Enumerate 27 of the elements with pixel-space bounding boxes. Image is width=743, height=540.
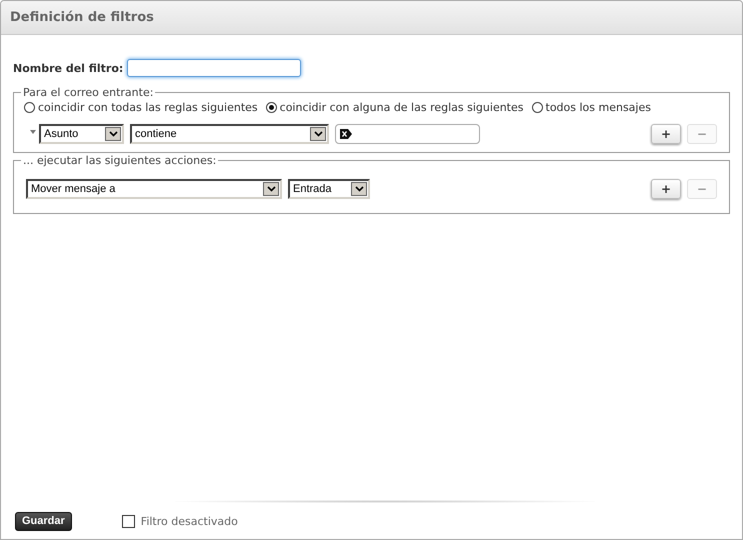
input-field[interactable] [127,59,302,77]
checkbox[interactable] [122,514,135,528]
dropdown[interactable]: Asunto [39,124,124,144]
chevron-icon [266,186,276,192]
dropdown[interactable]: contiene [130,124,329,144]
chevron-icon [354,186,364,192]
checkbox-label: Filtro desactivado [140,514,238,528]
radio-option[interactable]: coincidir con alguna de las reglas siguientes [266,100,524,114]
radio-option[interactable]: todos los mensajes [532,100,651,114]
caret-icon [30,130,36,134]
add-button[interactable]: + [651,124,681,144]
add-button[interactable]: + [651,179,681,199]
save-button[interactable]: Guardar [15,512,72,530]
window-title: Definición de filtros [10,10,154,25]
chevron-icon [108,131,118,137]
section-legend: Para el correo entrante: [21,86,156,99]
radio-button[interactable] [266,102,277,112]
tag-icon [340,129,352,139]
field-label: Nombre del filtro: [13,62,124,74]
radio-button[interactable] [532,102,542,112]
radio-button[interactable] [24,102,35,112]
section-legend: ... ejecutar las siguientes acciones: [21,154,218,167]
dropdown[interactable]: Entrada [288,179,370,199]
dropdown[interactable]: Mover mensaje a [26,179,282,199]
radio-option[interactable]: coincidir con todas las reglas siguientes [24,100,258,114]
chevron-icon [314,131,322,137]
text-field[interactable] [335,124,480,144]
